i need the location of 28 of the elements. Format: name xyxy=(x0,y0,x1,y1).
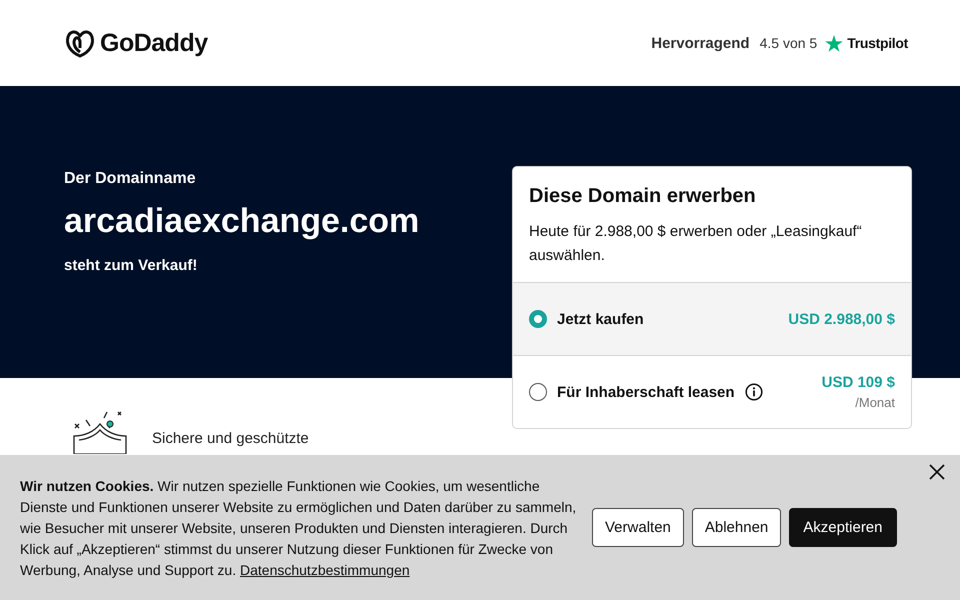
cookie-button[interactable]: Verwalten xyxy=(592,508,684,547)
eyebrow-text: Der Domainname xyxy=(64,170,197,188)
heart-logo-icon[interactable] xyxy=(64,28,96,58)
cookie-notice-text: Wir nutzen Cookies. Wir nutzen spezielle Funktionen wie Cookies, um wesentliche Dienste und Funktionen unserer Website zu ermöglichen und Daten darüber zu sammeln, wie Besucher mit unserer Website, unseren Produkten und Diensten interagieren. Durch Klick auf „Akzeptieren“ stimmst du unserer Nutzung dieser Funktionen für Zwecke von Werbung, Analyse und Support zu. Datenschutzbestimmungen xyxy=(20,477,578,580)
card-title: Diese Domain erwerben xyxy=(529,185,757,208)
tagline-text: steht zum Verkauf! xyxy=(64,257,198,274)
card-description: Heute für 2.988,00 $ erwerben oder „Leasingkauf“ auswählen. xyxy=(529,222,863,266)
option-price: USD 2.988,00 $ xyxy=(788,310,895,328)
purchase-option[interactable]: Für Inhaberschaft leasen USD 109 $ /Monat xyxy=(513,355,911,428)
accept-button[interactable]: Akzeptieren xyxy=(789,508,896,547)
close-icon[interactable] xyxy=(928,463,946,481)
radio-button[interactable] xyxy=(529,310,547,328)
rating-score: 4.5 von 5 xyxy=(760,35,818,51)
price-period: /Monat xyxy=(855,395,895,410)
domain-name: arcadiaexchange.com xyxy=(64,202,420,241)
star-icon xyxy=(825,34,844,52)
feature-title: Sichere und geschützte xyxy=(152,430,309,446)
option-label: Jetzt kaufen xyxy=(557,310,644,328)
logo-text[interactable]: GoDaddy xyxy=(100,28,208,58)
radio-button[interactable] xyxy=(529,383,547,401)
rating-label: Hervorragend xyxy=(651,34,750,52)
cookie-button[interactable]: Ablehnen xyxy=(692,508,782,547)
option-price: USD 109 $ xyxy=(822,374,895,391)
info-icon[interactable] xyxy=(744,383,763,401)
purchase-option[interactable]: Jetzt kaufen USD 2.988,00 $ xyxy=(513,282,911,355)
privacy-link[interactable]: Datenschutzbestimmungen xyxy=(240,562,410,578)
trustpilot-logo-text[interactable]: Trustpilot xyxy=(847,35,908,51)
option-label: Für Inhaberschaft leasen xyxy=(557,384,735,400)
